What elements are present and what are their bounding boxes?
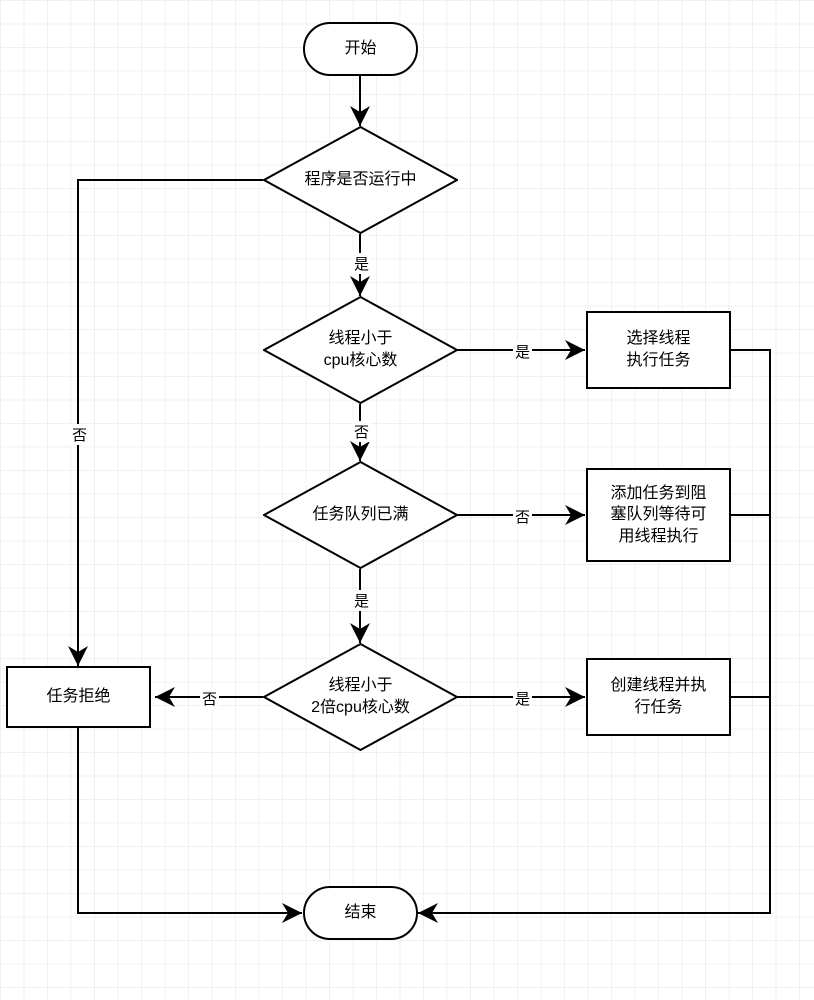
edge-d1-yes: 是 [352,253,371,274]
decision-threads-lt-2cores-label: 线程小于2倍cpu核心数 [311,675,410,718]
decision-queue-full: 任务队列已满 [263,461,458,569]
end-label: 结束 [344,902,376,924]
decision-threads-lt-cores: 线程小于cpu核心数 [263,296,458,404]
process-create-thread-label: 创建线程并执行任务 [610,675,706,718]
decision-threads-lt-cores-label: 线程小于cpu核心数 [324,328,398,371]
process-select-thread: 选择线程执行任务 [586,311,731,389]
process-task-reject-label: 任务拒绝 [46,686,110,708]
edge-d3-yes: 是 [352,590,371,611]
process-add-to-queue: 添加任务到阻塞队列等待可用线程执行 [586,468,731,562]
decision-threads-lt-2cores: 线程小于2倍cpu核心数 [263,643,458,751]
edge-d2-no: 否 [352,421,371,442]
edge-d3-no: 否 [513,506,532,527]
decision-queue-full-label: 任务队列已满 [312,504,408,526]
process-add-to-queue-label: 添加任务到阻塞队列等待可用线程执行 [610,483,706,548]
process-create-thread: 创建线程并执行任务 [586,658,731,736]
start-label: 开始 [344,38,376,60]
decision-program-running: 程序是否运行中 [263,126,458,234]
edge-d4-no: 否 [200,688,219,709]
decision-program-running-label: 程序是否运行中 [304,169,416,191]
end-terminator: 结束 [303,886,418,940]
process-select-thread-label: 选择线程执行任务 [626,328,690,371]
edge-d4-yes: 是 [513,688,532,709]
process-task-reject: 任务拒绝 [6,666,151,728]
edge-d2-yes: 是 [513,341,532,362]
start-terminator: 开始 [303,22,418,76]
edge-d1-no: 否 [70,424,89,445]
